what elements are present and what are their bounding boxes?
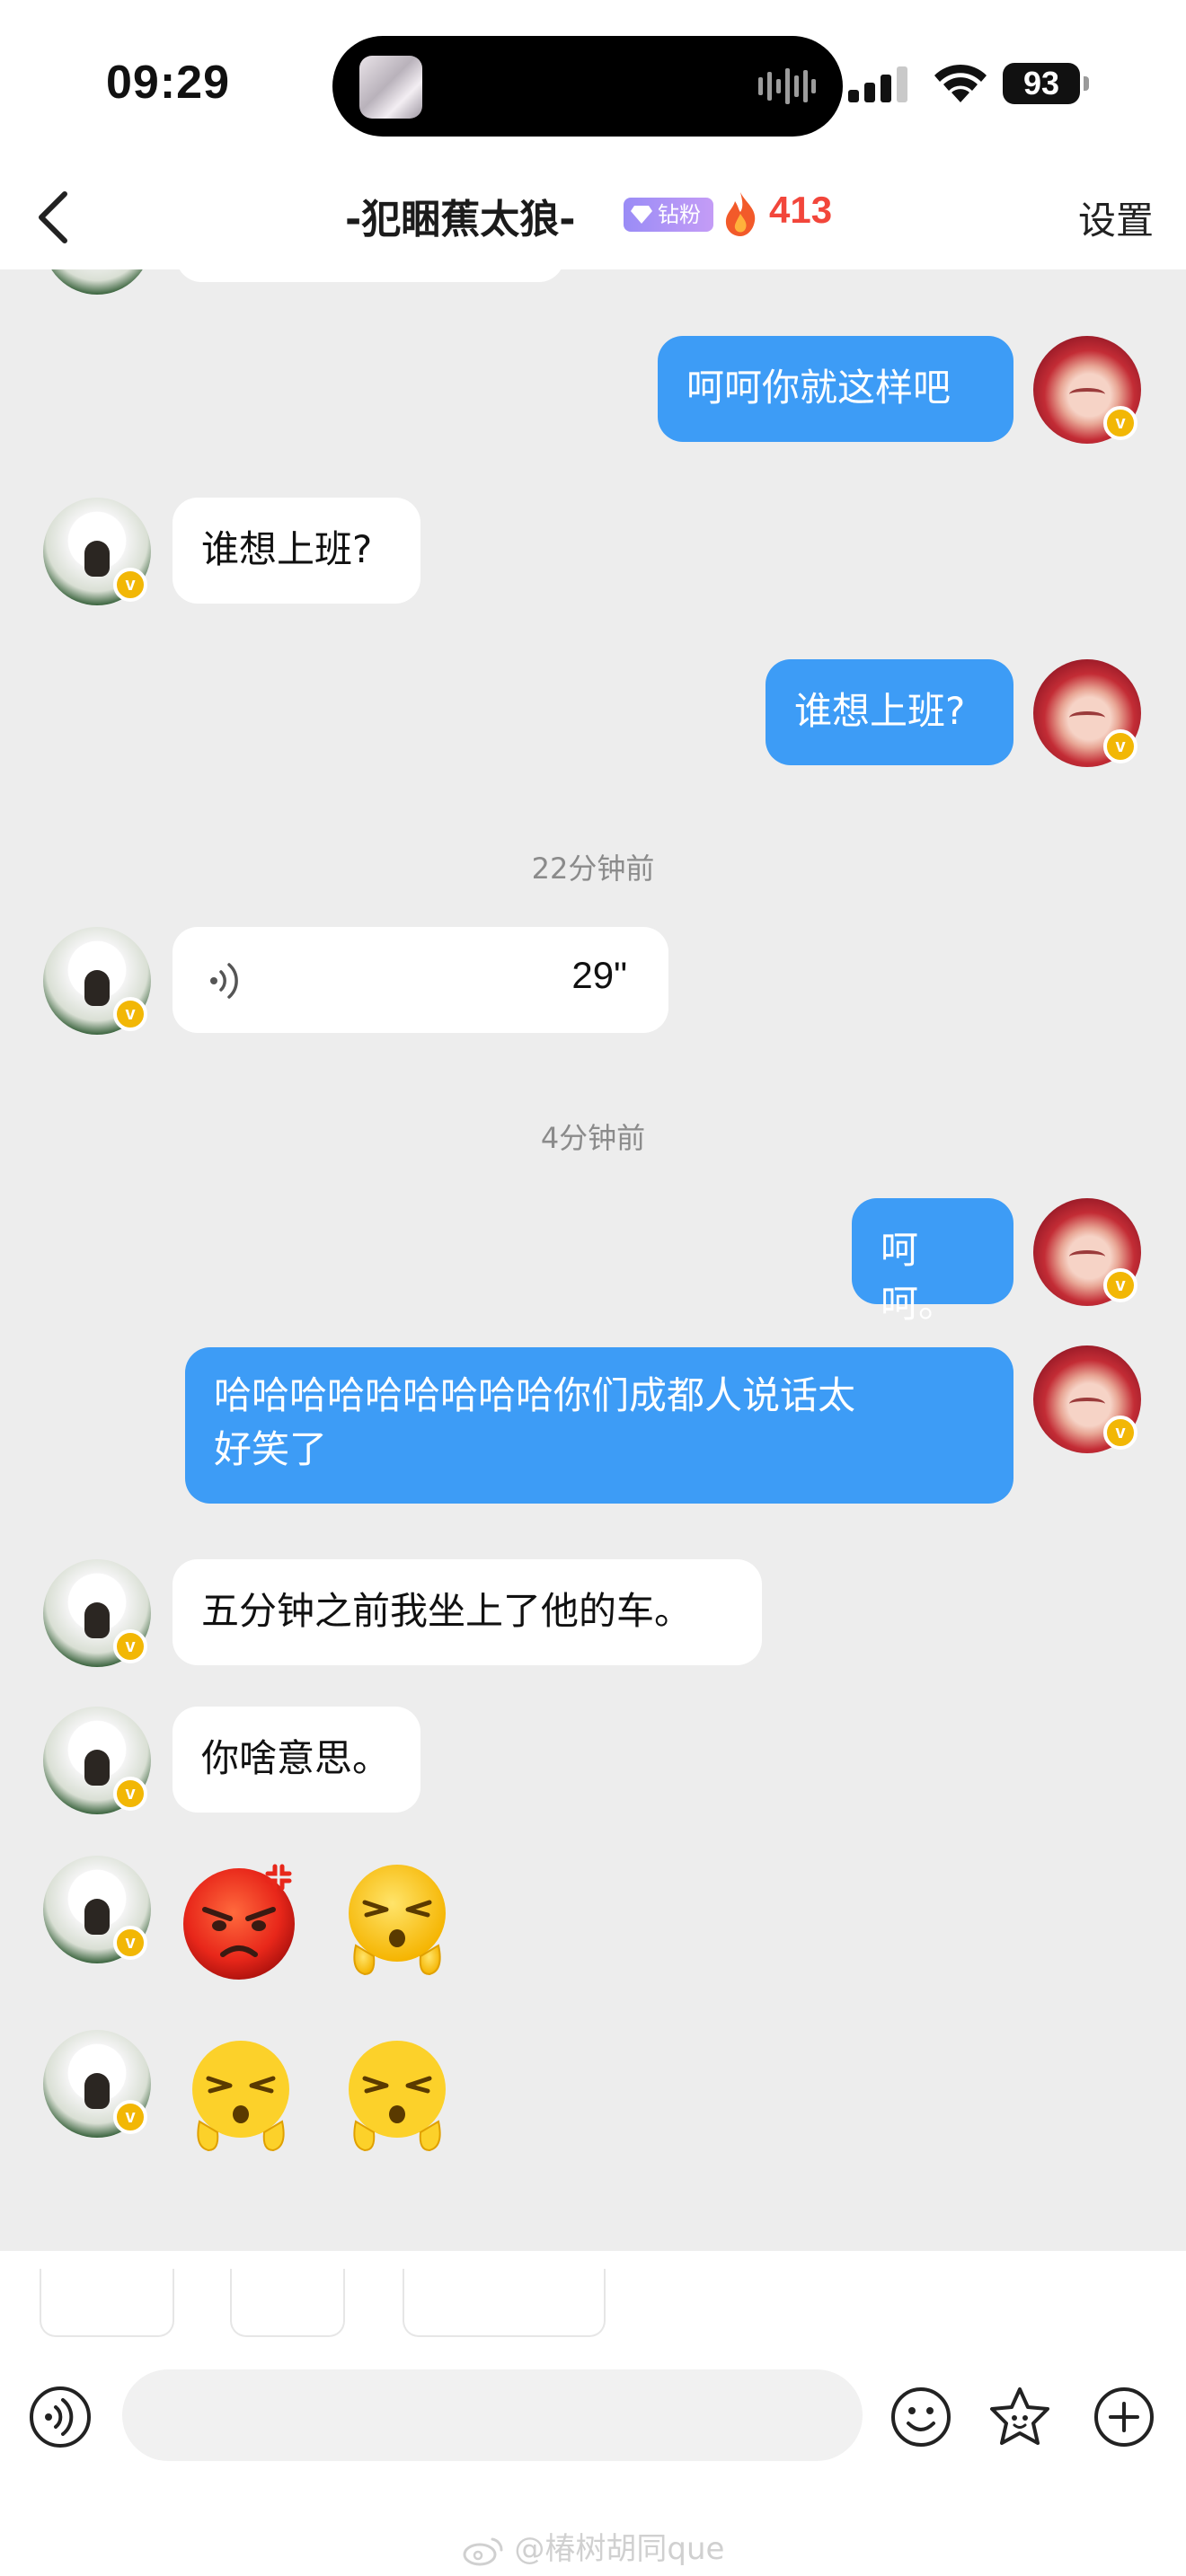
snicker-face-icon[interactable] [334,2035,460,2161]
message-bubble-incoming[interactable]: 五分钟之前我坐上了他的车。 [173,1559,762,1665]
verified-badge: v [113,997,147,1031]
fan-level-label: 钻粉2 [658,202,701,261]
angry-face-icon[interactable] [178,1859,304,1985]
message-bubble-outgoing[interactable]: 呵呵你就这样吧 [658,336,1013,442]
voice-wave-icon [210,963,238,999]
message-bubble-incoming[interactable]: 谁想上班? [173,498,420,604]
streak-count: 413 [769,189,833,231]
quick-reply-chip[interactable] [230,2269,345,2337]
settings-button[interactable]: 设置 [1078,190,1154,245]
wifi-icon [934,64,987,102]
watermark-text: @椿树胡同que [514,2531,725,2567]
battery-tip [1084,76,1089,91]
verified-badge: v [113,1777,147,1811]
message-bubble-outgoing[interactable]: 哈哈哈哈哈哈哈哈哈你们成都人说话太 好笑了 [185,1347,1013,1504]
contact-avatar[interactable] [43,269,151,295]
verified-badge: v [113,568,147,602]
timestamp: 22分钟前 [531,851,655,886]
weibo-logo-icon [463,2537,503,2565]
message-list[interactable]: 呵呵你就这样吧 v v 谁想上班? 谁想上班? v 22分钟前 v 29" 4分… [0,269,1186,2251]
message-line: 好笑了 [214,1427,328,1471]
verified-badge: v [1103,1416,1137,1450]
emoji-icon[interactable] [890,2386,952,2448]
fan-level-badge[interactable]: 钻粉2 [624,198,713,261]
message-bubble-outgoing[interactable]: 呵呵。 [852,1198,1013,1326]
verified-badge: v [113,1629,147,1663]
audio-wave-icon [758,68,816,104]
voice-message-bubble[interactable]: 29" [173,927,668,1033]
cellular-signal-icon [848,66,907,102]
message-input[interactable] [122,2369,863,2461]
battery-level: 93 [1003,63,1080,104]
status-time: 09:29 [106,57,230,109]
quick-reply-row [31,2269,659,2341]
chat-header: -犯睏蕉太狼- 钻粉2 413 设置 [0,171,1186,269]
status-bar: 09:29 93 [0,0,1186,171]
timestamp: 4分钟前 [540,1121,646,1155]
composer: @椿树胡同que [0,2251,1186,2576]
diamond-icon [631,206,652,224]
voice-duration: 29" [571,954,627,996]
verified-badge: v [113,1926,147,1960]
verified-badge: v [113,2100,147,2134]
dynamic-island[interactable] [332,36,843,137]
quick-reply-chip[interactable] [403,2269,606,2337]
snicker-face-icon[interactable] [334,1859,460,1985]
flame-icon [725,192,756,236]
message-line: 哈哈哈哈哈哈哈哈哈你们成都人说话太 [214,1373,856,1417]
back-chevron-icon[interactable] [29,183,83,251]
verified-badge: v [1103,406,1137,440]
status-icons: 93 [848,63,1118,104]
voice-input-icon[interactable] [29,2386,92,2448]
message-bubble-outgoing[interactable]: 谁想上班? [766,659,1013,765]
quick-reply-chip[interactable] [40,2269,174,2337]
verified-badge: v [1103,729,1137,763]
snicker-face-icon[interactable] [178,2035,304,2161]
verified-badge: v [1103,1268,1137,1302]
sticker-icon[interactable] [988,2386,1051,2448]
message-bubble-incoming[interactable]: 你啥意思。 [173,1707,420,1813]
plus-icon[interactable] [1093,2386,1155,2448]
watermark: @椿树胡同que [0,2524,1186,2568]
previous-message-bubble [176,269,564,282]
contact-name[interactable]: -犯睏蕉太狼- [345,187,576,244]
now-playing-artwork [359,56,422,119]
